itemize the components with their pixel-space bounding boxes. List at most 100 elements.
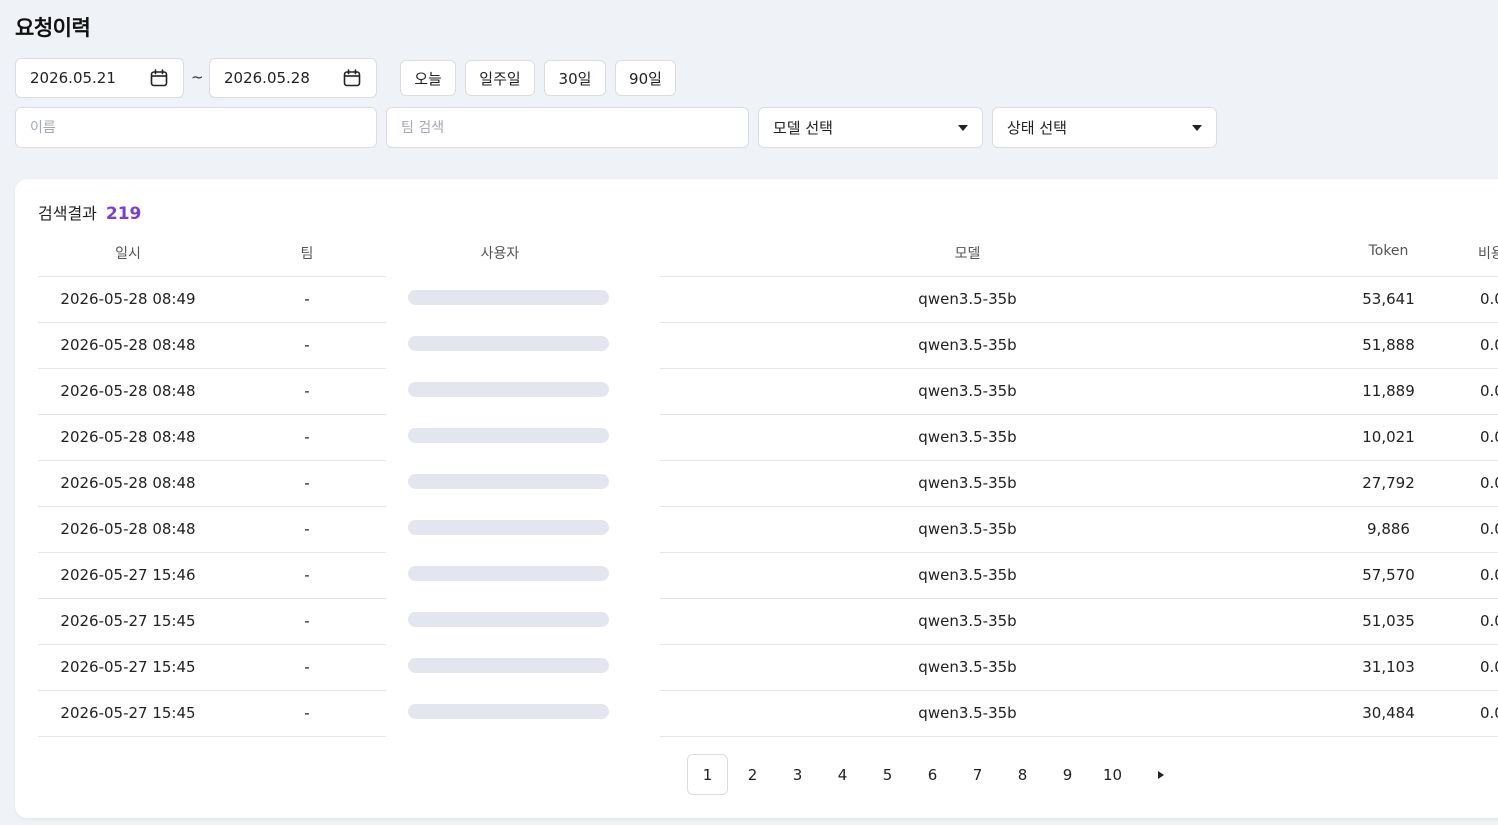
result-summary: 검색결과 219	[38, 200, 141, 224]
cell-token: 9,886	[1367, 520, 1410, 538]
cell-model: qwen3.5-35b	[918, 520, 1017, 538]
column-header-model: 모델	[954, 246, 981, 262]
quick-range-today-button[interactable]: 오늘	[400, 60, 456, 96]
table-row[interactable]	[38, 552, 1498, 598]
calendar-icon[interactable]	[342, 68, 362, 88]
page-button[interactable]: 9	[1047, 754, 1088, 795]
cell-cost: 0.0	[1480, 290, 1498, 308]
cell-team: -	[304, 658, 310, 676]
cell-model: qwen3.5-35b	[918, 566, 1017, 584]
cell-team: -	[304, 612, 310, 630]
cell-token: 31,103	[1362, 658, 1415, 676]
caret-right-icon	[1157, 770, 1164, 779]
page-button[interactable]: 10	[1092, 754, 1133, 795]
cell-team: -	[304, 520, 310, 538]
cell-model: qwen3.5-35b	[918, 382, 1017, 400]
cell-datetime: 2026-05-28 08:48	[60, 336, 196, 354]
cell-token: 51,035	[1362, 612, 1415, 630]
page-button[interactable]: 1	[687, 754, 728, 795]
cell-datetime: 2026-05-28 08:48	[60, 520, 196, 538]
team-search-input[interactable]	[386, 107, 749, 148]
table-row[interactable]	[38, 276, 1498, 322]
end-date-value: 2026.05.28	[224, 69, 310, 87]
cell-cost: 0.0	[1480, 428, 1498, 446]
date-range-separator: ~	[191, 68, 204, 86]
name-search-input[interactable]	[15, 107, 377, 148]
page-button[interactable]: 6	[912, 754, 953, 795]
table-row[interactable]	[38, 690, 1498, 736]
quick-range-30d-button[interactable]: 30일	[544, 60, 606, 96]
column-header-token: Token	[1368, 243, 1409, 259]
cell-token: 10,021	[1362, 428, 1415, 446]
calendar-icon[interactable]	[149, 68, 169, 88]
column-header-datetime: 일시	[115, 246, 141, 262]
user-loading-placeholder	[408, 520, 609, 535]
cell-cost: 0.0	[1480, 566, 1498, 584]
cell-model: qwen3.5-35b	[918, 474, 1017, 492]
cell-cost: 0.0	[1480, 474, 1498, 492]
chevron-down-icon	[958, 124, 968, 131]
row-divider	[38, 736, 386, 737]
column-header-user: 사용자	[480, 246, 520, 262]
status-select-label: 상태 선택	[1007, 119, 1067, 137]
cell-datetime: 2026-05-28 08:48	[60, 428, 196, 446]
cell-team: -	[304, 336, 310, 354]
cell-cost: 0.0	[1480, 658, 1498, 676]
status-select[interactable]: 상태 선택	[992, 107, 1217, 148]
cell-model: qwen3.5-35b	[918, 658, 1017, 676]
page-title: 요청이력	[15, 16, 91, 40]
cell-token: 57,570	[1362, 566, 1415, 584]
cell-datetime: 2026-05-27 15:45	[60, 704, 196, 722]
result-count: 219	[105, 204, 142, 224]
end-date-picker[interactable]: 2026.05.28	[209, 58, 377, 98]
cell-datetime: 2026-05-28 08:48	[60, 382, 196, 400]
page-button[interactable]: 8	[1002, 754, 1043, 795]
user-loading-placeholder	[408, 428, 609, 443]
start-date-value: 2026.05.21	[30, 69, 116, 87]
quick-range-week-button[interactable]: 일주일	[465, 60, 535, 96]
cell-token: 27,792	[1362, 474, 1415, 492]
cell-cost: 0.0	[1480, 520, 1498, 538]
cell-team: -	[304, 704, 310, 722]
result-label: 검색결과	[38, 204, 97, 223]
table-row[interactable]	[38, 460, 1498, 506]
page-button[interactable]: 7	[957, 754, 998, 795]
cell-cost: 0.0	[1480, 704, 1498, 722]
cell-datetime: 2026-05-28 08:49	[60, 290, 196, 308]
page-button[interactable]: 5	[867, 754, 908, 795]
cell-datetime: 2026-05-27 15:45	[60, 658, 196, 676]
cell-datetime: 2026-05-28 08:48	[60, 474, 196, 492]
cell-token: 53,641	[1362, 290, 1415, 308]
column-header-team: 팀	[300, 246, 314, 262]
table-row[interactable]	[38, 506, 1498, 552]
row-divider	[660, 736, 1498, 737]
user-loading-placeholder	[408, 566, 609, 581]
chevron-down-icon	[1192, 124, 1202, 131]
cell-team: -	[304, 566, 310, 584]
table-row[interactable]	[38, 644, 1498, 690]
model-select[interactable]: 모델 선택	[758, 107, 983, 148]
cell-datetime: 2026-05-27 15:46	[60, 566, 196, 584]
cell-team: -	[304, 474, 310, 492]
cell-token: 30,484	[1362, 704, 1415, 722]
cell-token: 51,888	[1362, 336, 1415, 354]
next-page-button[interactable]	[1140, 754, 1181, 795]
table-row[interactable]	[38, 598, 1498, 644]
page-button[interactable]: 4	[822, 754, 863, 795]
column-header-cost: 비용	[1478, 246, 1498, 262]
table-row[interactable]	[38, 414, 1498, 460]
cell-model: qwen3.5-35b	[918, 336, 1017, 354]
page-button[interactable]: 3	[777, 754, 818, 795]
start-date-picker[interactable]: 2026.05.21	[15, 58, 184, 98]
cell-model: qwen3.5-35b	[918, 290, 1017, 308]
cell-cost: 0.0	[1480, 382, 1498, 400]
user-loading-placeholder	[408, 474, 609, 489]
table-row[interactable]	[38, 368, 1498, 414]
user-loading-placeholder	[408, 336, 609, 351]
cell-cost: 0.0	[1480, 612, 1498, 630]
quick-range-90d-button[interactable]: 90일	[615, 60, 676, 96]
cell-datetime: 2026-05-27 15:45	[60, 612, 196, 630]
page-button[interactable]: 2	[732, 754, 773, 795]
cell-team: -	[304, 428, 310, 446]
table-row[interactable]	[38, 322, 1498, 368]
